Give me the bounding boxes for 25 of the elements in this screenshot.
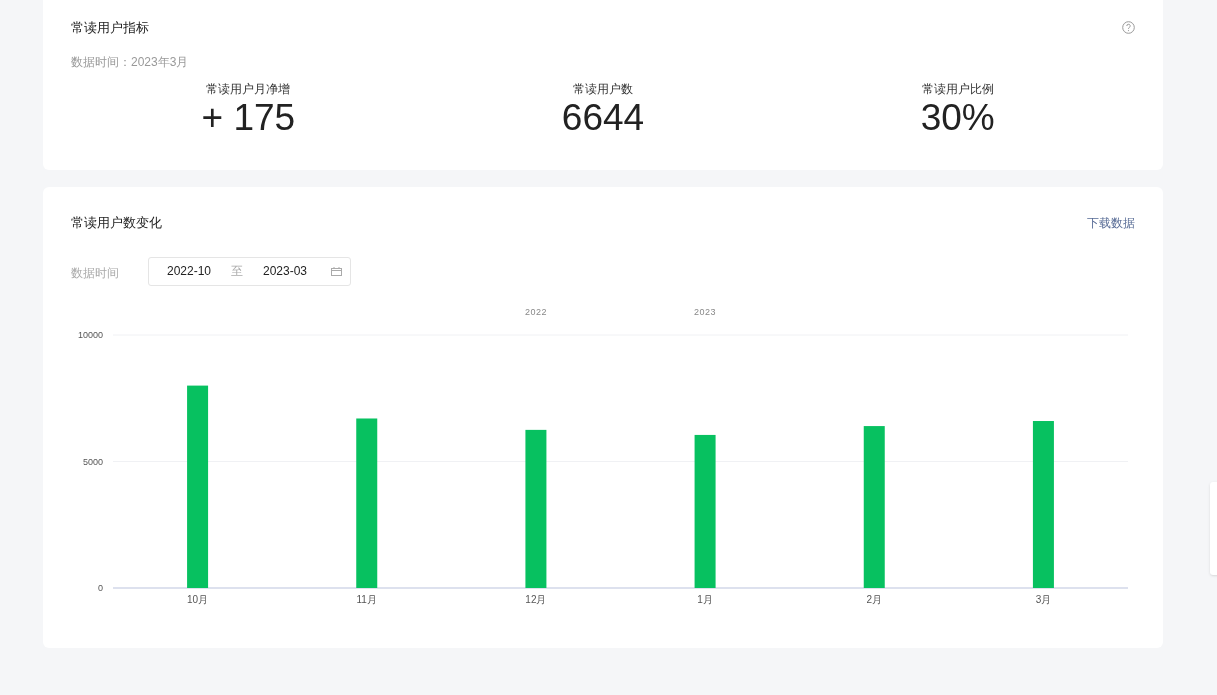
year-label: 2022 [524, 306, 547, 317]
date-label: 数据时间 [71, 264, 120, 282]
download-link[interactable]: 下载数据 [1087, 213, 1135, 232]
axis-tick-label: 1月 [697, 593, 713, 605]
axis-tick-label: 2月 [866, 593, 883, 605]
axis-tick-label: 11月 [356, 593, 377, 605]
metric-label: 常读用户数 [573, 80, 633, 98]
card-title: 常读用户数变化 [71, 214, 162, 232]
calendar-icon [331, 266, 342, 276]
metric-value: 6644 [561, 97, 645, 138]
metric-label: 常读用户比例 [921, 80, 994, 98]
help-icon[interactable] [1122, 21, 1135, 35]
axis-tick-label: 10月 [187, 593, 209, 605]
axis-tick-label: 5000 [82, 456, 103, 466]
metric-value: + 175 [201, 97, 296, 138]
metric-label: 常读用户月净增 [206, 80, 291, 98]
year-label: 2023 [694, 306, 717, 317]
metric-value: 30% [920, 97, 995, 138]
axis-tick-label: 3月 [1035, 593, 1052, 605]
data-time-text: 数据时间：2023年3月 [71, 53, 189, 71]
axis-tick-label: 0 [98, 582, 103, 593]
axis-tick-label: 10000 [77, 329, 103, 340]
card-title: 常读用户指标 [71, 19, 149, 37]
date-range-field[interactable]: 2022-10 至 2023-03 [148, 256, 351, 286]
axis-tick-label: 12月 [525, 593, 547, 605]
